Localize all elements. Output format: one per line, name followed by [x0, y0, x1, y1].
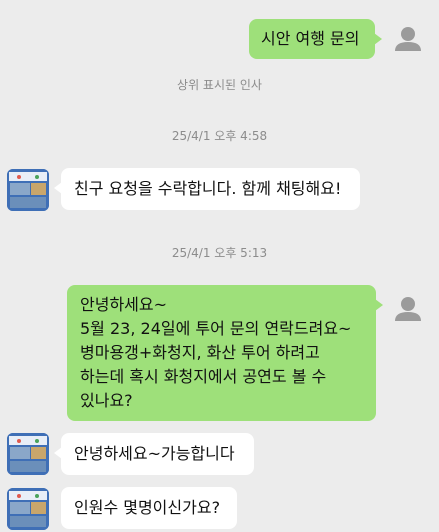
timestamp-text: 25/4/1 오후 5:13	[171, 246, 268, 260]
person-icon	[395, 297, 421, 321]
system-message: 상위 표시된 인사	[0, 76, 439, 93]
message-line: 병마용갱+화청지, 화산 투어 하려고	[80, 343, 320, 362]
message-bubble-contact[interactable]: 친구 요청을 수락합니다. 함께 채팅해요!	[54, 168, 360, 210]
timestamp: 25/4/1 오후 5:13	[0, 244, 439, 261]
message-bubble-mine[interactable]: 안녕하세요~ 5월 23, 24일에 투어 문의 연락드려요~ 병마용갱+화청지…	[67, 285, 383, 421]
message-line: 안녕하세요~	[80, 295, 168, 314]
timestamp: 25/4/1 오후 4:58	[0, 127, 439, 144]
system-message-text: 상위 표시된 인사	[177, 78, 262, 92]
message-bubble-contact[interactable]: 안녕하세요~가능합니다	[54, 433, 254, 475]
message-line: 5월 23, 24일에 투어 문의 연락드려요~	[80, 319, 352, 338]
chat-area[interactable]: 시안 여행 문의 상위 표시된 인사 25/4/1 오후 4:58 친구 요청을…	[0, 0, 439, 532]
message-bubble-contact[interactable]: 인원수 몇명이신가요?	[61, 487, 237, 529]
contact-avatar[interactable]	[7, 488, 49, 530]
message-line: 있나요?	[80, 391, 133, 410]
contact-avatar[interactable]	[7, 433, 49, 475]
message-text: 시안 여행 문의	[261, 29, 360, 48]
message-line: 하는데 혹시 화청지에서 공연도 볼 수	[80, 367, 327, 386]
contact-avatar[interactable]	[7, 169, 49, 211]
message-text: 친구 요청을 수락합니다. 함께 채팅해요!	[74, 179, 342, 198]
message-text: 안녕하세요~가능합니다	[74, 444, 235, 463]
message-bubble-mine[interactable]: 시안 여행 문의	[249, 19, 382, 59]
contact-photo-icon	[7, 169, 49, 211]
my-avatar[interactable]	[387, 17, 429, 59]
my-avatar[interactable]	[387, 287, 429, 329]
contact-photo-icon	[7, 433, 49, 475]
message-text: 인원수 몇명이신가요?	[74, 498, 221, 517]
contact-photo-icon	[7, 488, 49, 530]
person-icon	[395, 27, 421, 51]
timestamp-text: 25/4/1 오후 4:58	[171, 129, 268, 143]
